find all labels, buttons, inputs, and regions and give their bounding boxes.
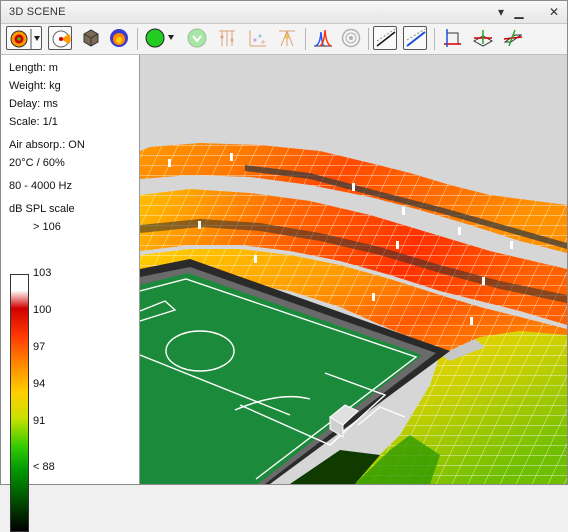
toolbar-separator [434, 28, 435, 50]
axes-chart-icon [249, 30, 266, 47]
toolbar-separator [137, 28, 138, 50]
window-title: 3D SCENE [9, 6, 66, 18]
spl-map-button[interactable] [6, 26, 42, 50]
plane-yz-button[interactable] [501, 26, 525, 50]
toolbar [1, 24, 567, 55]
room-model-icon [83, 29, 99, 47]
length-unit: Length: m [9, 62, 58, 74]
frequency-band: 80 - 4000 Hz [9, 180, 72, 192]
scale-tick: 100 [33, 304, 52, 316]
plane-yz-icon [503, 29, 523, 47]
grid-points-icon [219, 30, 235, 46]
target-icon [341, 28, 361, 48]
dropdown-arrow-icon [34, 36, 40, 41]
line-view-icon [376, 28, 396, 47]
stadium-render [140, 55, 567, 484]
receiver-faded-button[interactable] [185, 26, 209, 50]
scale-tick: 94 [33, 378, 46, 390]
plane-xy-button[interactable] [441, 26, 465, 50]
receiver-green-icon [145, 28, 174, 48]
plane-xz-button[interactable] [471, 26, 495, 50]
title-bar: 3D SCENE ▾ ▁ ✕ [1, 1, 567, 24]
pin-button[interactable]: ▾ [493, 4, 509, 20]
target-button[interactable] [339, 26, 363, 50]
delay-unit: Delay: ms [9, 98, 58, 110]
air-absorption: Air absorp.: ON [9, 139, 85, 151]
axes-chart-button[interactable] [245, 26, 269, 50]
line-view-blue-button[interactable] [403, 26, 427, 50]
scale-title: dB SPL scale [9, 203, 75, 215]
scale-tick: < 88 [33, 461, 55, 473]
scale-value: Scale: 1/1 [9, 116, 58, 128]
line-view-blue-icon [406, 28, 426, 47]
weight-unit: Weight: kg [9, 80, 61, 92]
spl-color-scale [10, 274, 29, 532]
toolbar-separator [368, 28, 369, 50]
directivity-button[interactable] [107, 26, 131, 50]
scale-tick: 91 [33, 415, 46, 427]
scale-tick: 97 [33, 341, 46, 353]
3d-viewport[interactable] [140, 55, 567, 484]
close-button[interactable]: ✕ [546, 4, 562, 20]
plane-xz-icon [472, 30, 494, 47]
source-view-button[interactable] [48, 26, 72, 50]
info-panel: Length: m Weight: kg Delay: ms Scale: 1/… [1, 55, 140, 532]
scene-window: 3D SCENE ▾ ▁ ✕ Length: m Weight: kg Dela… [0, 0, 568, 532]
toolbar-separator [305, 28, 306, 50]
plane-xy-icon [444, 29, 461, 47]
grid-points-button[interactable] [215, 26, 239, 50]
directivity-icon [110, 29, 128, 47]
scale-tick: > 106 [33, 221, 61, 233]
spread-button[interactable] [275, 26, 299, 50]
room-model-button[interactable] [79, 26, 103, 50]
climate: 20°C / 60% [9, 157, 65, 169]
receiver-button[interactable] [143, 26, 179, 50]
source-view-icon [52, 30, 71, 48]
spl-map-icon [10, 29, 40, 49]
spectrum-icon [314, 29, 332, 47]
line-view-button[interactable] [373, 26, 397, 50]
spread-icon [279, 30, 295, 47]
spectrum-button[interactable] [311, 26, 335, 50]
scale-tick: 103 [33, 267, 52, 279]
dropdown-arrow-icon [168, 35, 174, 40]
minimize-button[interactable]: ▁ [511, 4, 527, 20]
receiver-faded-icon [187, 28, 207, 48]
